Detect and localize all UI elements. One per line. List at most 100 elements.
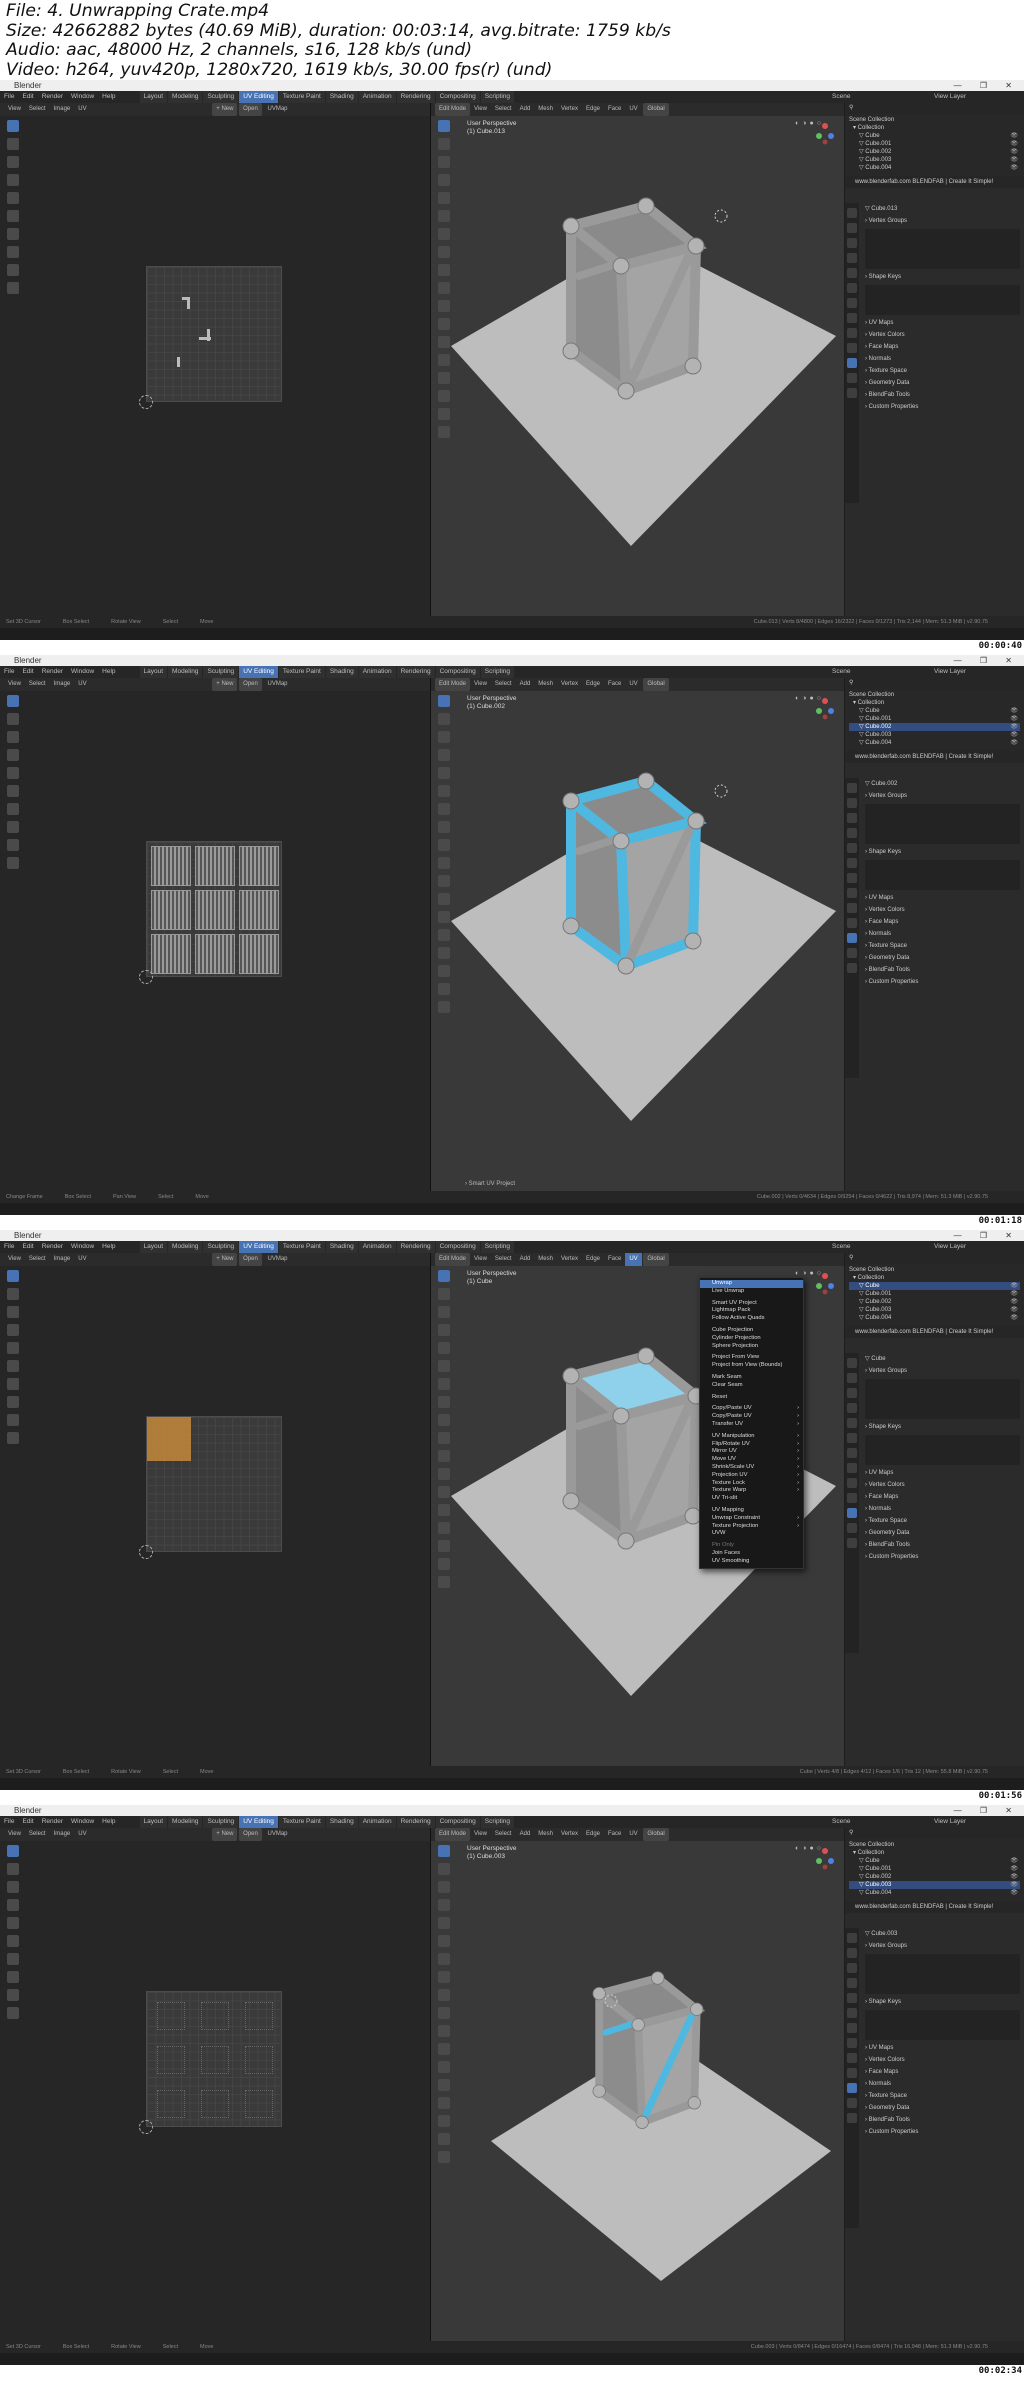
workspace-tab[interactable]: Scripting [480, 1816, 515, 1828]
knife-tool-icon[interactable] [438, 2061, 450, 2073]
smooth-tool-icon[interactable] [438, 965, 450, 977]
property-section[interactable]: › Custom Properties [861, 2126, 1024, 2138]
workspace-tab[interactable]: Layout [139, 1241, 168, 1253]
outliner[interactable]: Scene Collection ▾ Collection ▽ Cube 👁 ▽ C… [845, 1264, 1024, 1326]
eye-icon[interactable]: 👁 [1010, 164, 1018, 172]
uv-menu-item[interactable]: Image [50, 678, 75, 691]
data-tab-icon[interactable] [847, 1508, 857, 1518]
2d-cursor-icon[interactable] [139, 970, 153, 984]
viewport-menu-item[interactable]: Mesh [534, 1253, 557, 1266]
mesh-name-field[interactable]: ▽ Cube.002 [861, 778, 1024, 790]
mode-selector[interactable]: Edit Mode [435, 1828, 471, 1841]
workspace-tab[interactable]: Compositing [435, 91, 480, 103]
property-section[interactable]: › Shape Keys [861, 271, 1024, 283]
window-controls[interactable]: — ❐ ✕ [954, 80, 1020, 91]
modifier-tab-icon[interactable] [847, 873, 857, 883]
uv-menu-item[interactable]: View [4, 678, 25, 691]
workspace-tab[interactable]: Sculpting [203, 1241, 239, 1253]
particles-tab-icon[interactable] [847, 313, 857, 323]
window-controls[interactable]: — ❐ ✕ [954, 655, 1020, 666]
menu-edit[interactable]: Edit [18, 91, 37, 103]
mode-selector[interactable]: Edit Mode [435, 678, 471, 691]
viewport-menu-item[interactable]: Edge [582, 103, 604, 116]
scale-tool-icon[interactable] [7, 1917, 19, 1929]
vertex-groups-list[interactable] [865, 1954, 1020, 1994]
viewport-menu-item[interactable]: UV [625, 103, 641, 116]
select-tool-icon[interactable] [7, 120, 19, 132]
workspace-tab[interactable]: Texture Paint [278, 666, 325, 678]
viewport-menu-item[interactable]: Mesh [534, 1828, 557, 1841]
rip-tool-icon[interactable] [7, 1396, 19, 1408]
render-tab-icon[interactable] [847, 1373, 857, 1383]
render-tab-icon[interactable] [847, 223, 857, 233]
workspace-tab[interactable]: Animation [358, 91, 396, 103]
workspace-tab[interactable]: Modeling [168, 91, 203, 103]
outliner-object[interactable]: ▽ Cube.004 👁 [849, 164, 1020, 172]
uv-editor[interactable] [0, 1841, 430, 2341]
eye-icon[interactable]: 👁 [1010, 132, 1018, 140]
property-section[interactable]: › UV Maps [861, 892, 1024, 904]
extrude-tool-icon[interactable] [438, 264, 450, 276]
uv-menu-entry[interactable]: Sphere Projection [700, 1343, 803, 1351]
extrude-tool-icon[interactable] [438, 839, 450, 851]
navigation-gizmo-icon[interactable] [814, 1845, 836, 1871]
operator-panel[interactable]: › Smart UV Project [465, 1181, 515, 1187]
move-tool-icon[interactable] [7, 731, 19, 743]
window-controls[interactable]: — ❐ ✕ [954, 1805, 1020, 1816]
particles-tab-icon[interactable] [847, 888, 857, 898]
property-section[interactable]: › Face Maps [861, 1491, 1024, 1503]
inset-tool-icon[interactable] [438, 1432, 450, 1444]
outliner-object[interactable]: ▽ Cube.003 👁 [849, 731, 1020, 739]
polybuild-tool-icon[interactable] [438, 2079, 450, 2091]
uv-grid[interactable] [146, 841, 282, 977]
scale-tool-icon[interactable] [7, 1342, 19, 1354]
inset-tool-icon[interactable] [438, 857, 450, 869]
cursor-tool-icon[interactable] [438, 1288, 450, 1300]
cursor-tool-icon[interactable] [438, 138, 450, 150]
eye-icon[interactable]: 👁 [1010, 1873, 1018, 1881]
uv-menu-entry[interactable]: Pin Only [700, 1542, 803, 1550]
uvmap-selector[interactable]: UVMap [264, 678, 292, 691]
workspace-tab[interactable]: Shading [325, 1816, 358, 1828]
render-tab-icon[interactable] [847, 1948, 857, 1958]
viewport-menu-item[interactable]: View [470, 103, 491, 116]
select-tool-icon[interactable] [7, 1845, 19, 1857]
spin-tool-icon[interactable] [438, 2097, 450, 2109]
outliner-object[interactable]: ▽ Cube 👁 [849, 1857, 1020, 1865]
object-tab-icon[interactable] [847, 858, 857, 868]
data-tab-icon[interactable] [847, 933, 857, 943]
tool-tab-icon[interactable] [847, 1933, 857, 1943]
bevel-tool-icon[interactable] [438, 2025, 450, 2037]
object-tab-icon[interactable] [847, 283, 857, 293]
grab-tool-icon[interactable] [7, 264, 19, 276]
uv-menu-entry[interactable]: Move UV › [700, 1456, 803, 1464]
workspace-tab[interactable]: UV Editing [239, 1241, 278, 1253]
orientation-selector[interactable]: Global [643, 678, 669, 691]
rotate-tool-icon[interactable] [438, 1324, 450, 1336]
world-tab-icon[interactable] [847, 1993, 857, 2003]
viewport-menu-item[interactable]: Select [491, 1253, 516, 1266]
transform-tool-icon[interactable] [438, 210, 450, 222]
scene-selector[interactable]: Scene [828, 1241, 854, 1253]
outliner-object[interactable]: ▽ Cube 👁 [849, 132, 1020, 140]
property-section[interactable]: › Geometry Data [861, 2102, 1024, 2114]
rotate-tool-icon[interactable] [7, 174, 19, 186]
eye-icon[interactable]: 👁 [1010, 156, 1018, 164]
transform-tool-icon[interactable] [438, 785, 450, 797]
outliner-object[interactable]: ▽ Cube.004 👁 [849, 1314, 1020, 1322]
loopcut-tool-icon[interactable] [438, 893, 450, 905]
scale-tool-icon[interactable] [438, 767, 450, 779]
property-section[interactable]: › Texture Space [861, 1515, 1024, 1527]
uv-menu-entry[interactable]: Copy/Paste UV › [700, 1405, 803, 1413]
uv-editor[interactable] [0, 1266, 430, 1766]
menu-file[interactable]: File [0, 666, 18, 678]
outliner[interactable]: Scene Collection ▾ Collection ▽ Cube 👁 ▽ C… [845, 1839, 1024, 1901]
uv-menu-entry[interactable]: Lightmap Pack [700, 1307, 803, 1315]
measure-tool-icon[interactable] [438, 821, 450, 833]
workspace-tab[interactable]: Rendering [396, 1816, 435, 1828]
grab-tool-icon[interactable] [7, 1414, 19, 1426]
world-tab-icon[interactable] [847, 268, 857, 278]
scene-tab-icon[interactable] [847, 253, 857, 263]
transform-tool-icon[interactable] [7, 785, 19, 797]
orientation-selector[interactable]: Global [643, 103, 669, 116]
